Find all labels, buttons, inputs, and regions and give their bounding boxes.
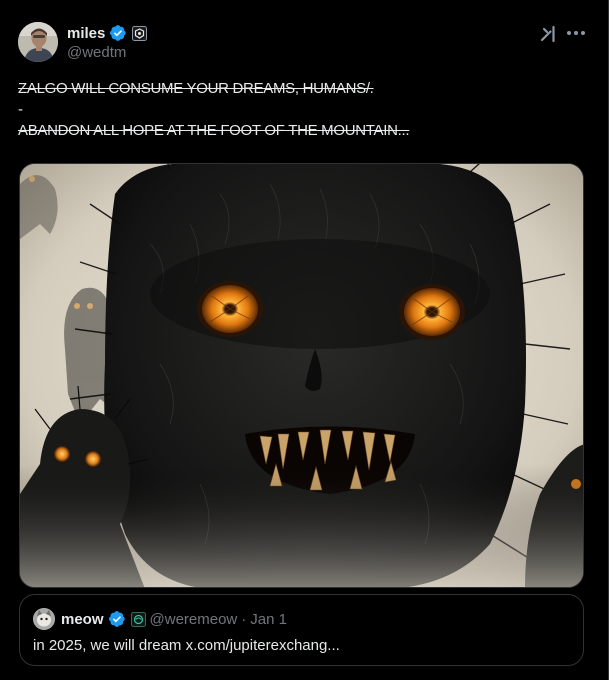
quoted-display-name: meow: [61, 610, 104, 628]
verified-badge-icon[interactable]: [109, 24, 127, 42]
more-options-button[interactable]: [564, 22, 588, 44]
affiliate-badge-icon[interactable]: [132, 25, 148, 41]
author-display-name[interactable]: miles: [67, 25, 105, 42]
quoted-avatar-image: [33, 608, 55, 630]
more-icon: [567, 31, 585, 35]
affiliate-badge-icon: [130, 611, 146, 627]
author-avatar[interactable]: [18, 22, 58, 62]
author-name-row: miles: [67, 23, 148, 43]
grok-icon[interactable]: [538, 23, 560, 45]
post-text-line-2: -: [18, 101, 23, 118]
avatar-image: [18, 22, 58, 62]
author-handle[interactable]: @wedtm: [67, 44, 126, 61]
quoted-date: Jan 1: [250, 610, 287, 628]
post-text: ZALGO WILL CONSUME YOUR DREAMS, HUMANS/.…: [18, 78, 578, 141]
post-media[interactable]: [19, 163, 584, 588]
monster-image: [20, 164, 583, 587]
post-text-line-1: ZALGO WILL CONSUME YOUR DREAMS, HUMANS/.: [18, 80, 374, 97]
quoted-post-header: meow @weremeow · Jan 1: [61, 608, 287, 630]
quoted-separator: ·: [241, 610, 247, 628]
quoted-post[interactable]: meow @weremeow · Jan 1 in 2025, we will …: [19, 594, 584, 666]
verified-badge-icon: [108, 611, 125, 627]
post: miles @wedtm ZALGO WILL CONSUME YOUR DRE…: [0, 0, 609, 680]
quoted-post-text: in 2025, we will dream x.com/jupiterexch…: [33, 637, 340, 654]
quoted-handle: @weremeow: [149, 610, 238, 628]
quoted-author-avatar[interactable]: [33, 608, 55, 630]
post-text-line-3: ABANDON ALL HOPE AT THE FOOT OF THE MOUN…: [18, 122, 410, 139]
